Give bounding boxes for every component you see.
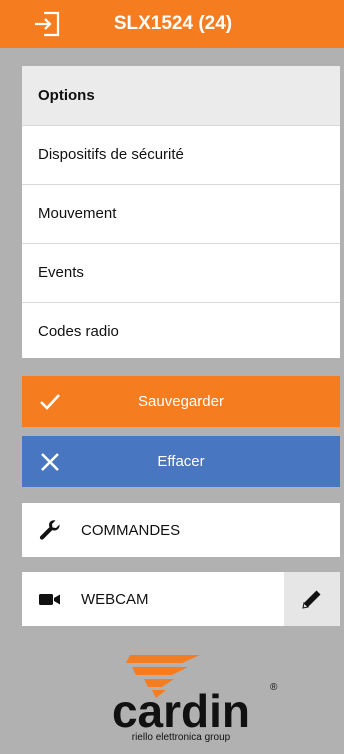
edit-webcam-button[interactable]: [284, 572, 340, 626]
webcam-row[interactable]: WEBCAM: [22, 572, 284, 626]
device-title: SLX1524 (24): [113, 13, 233, 34]
clear-button[interactable]: Effacer: [22, 436, 340, 487]
menu-item-radio-codes[interactable]: Codes radio: [22, 302, 340, 361]
pencil-icon: [302, 590, 321, 609]
clear-label: Effacer: [157, 453, 205, 470]
close-icon: [41, 452, 59, 471]
login-icon[interactable]: [34, 11, 60, 37]
menu-item-movement[interactable]: Mouvement: [22, 184, 340, 243]
save-label: Sauvegarder: [138, 393, 224, 410]
options-menu: Options Dispositifs de sécurité Mouvemen…: [22, 66, 340, 358]
save-button[interactable]: Sauvegarder: [22, 376, 340, 427]
video-camera-icon: [39, 594, 60, 605]
top-bar: SLX1524 (24): [0, 0, 344, 48]
webcam-label: WEBCAM: [81, 590, 149, 608]
brand-wordmark: cardin: [112, 685, 250, 737]
options-heading: Options: [22, 66, 340, 125]
wrench-icon: [39, 520, 60, 540]
brand-tagline: riello elettronica group: [132, 732, 231, 742]
check-icon: [40, 393, 60, 410]
commands-row[interactable]: COMMANDES: [22, 503, 340, 557]
commands-label: COMMANDES: [81, 521, 181, 539]
cardin-logo: cardin ® riello elettronica group: [112, 655, 278, 742]
registered-mark: ®: [270, 682, 278, 693]
menu-item-safety-devices[interactable]: Dispositifs de sécurité: [22, 125, 340, 184]
menu-item-events[interactable]: Events: [22, 243, 340, 302]
